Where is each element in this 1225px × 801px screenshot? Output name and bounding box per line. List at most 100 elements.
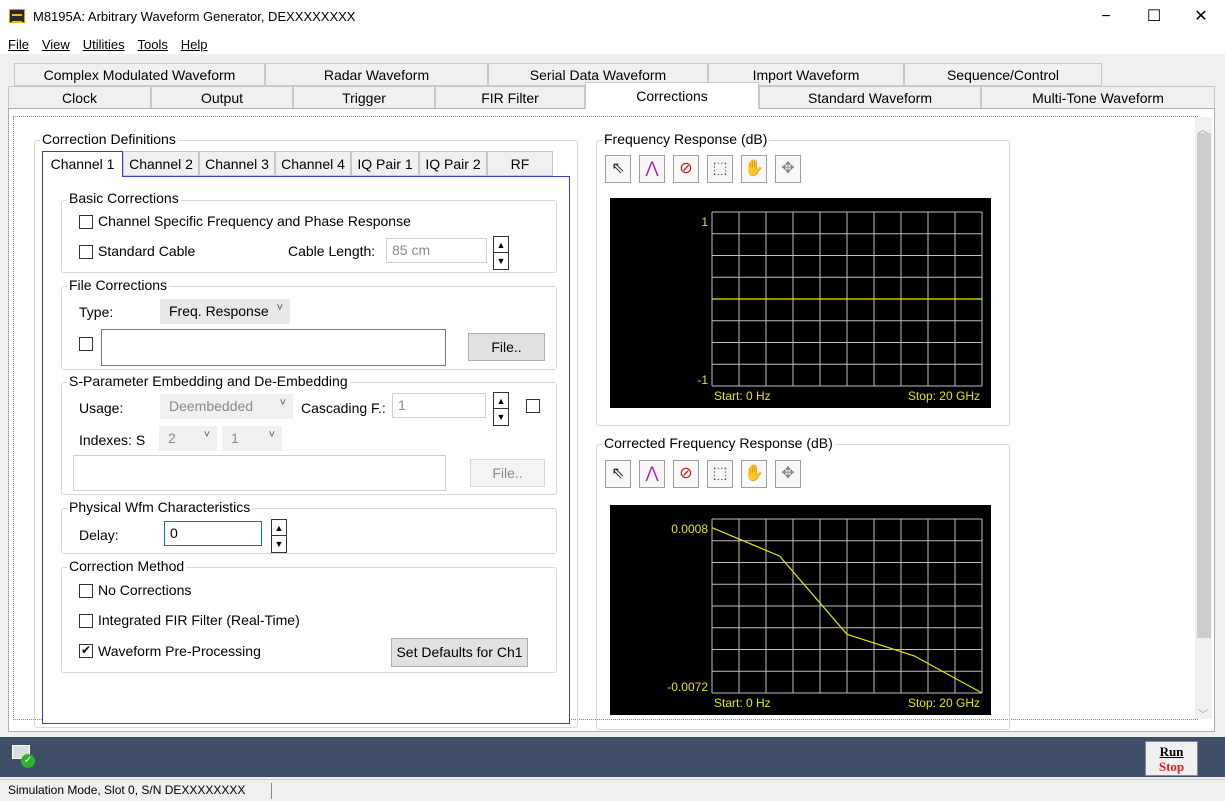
- cable-length-label: Cable Length:: [288, 243, 376, 259]
- y-tick-bottom: -0.0072: [667, 680, 708, 694]
- start-label: Start: 0 Hz: [714, 389, 771, 403]
- menu-view[interactable]: View: [42, 37, 70, 52]
- no-corrections-checkbox[interactable]: [79, 584, 93, 598]
- run-stop-button[interactable]: Run Stop: [1145, 741, 1198, 776]
- tab-clock[interactable]: Clock: [8, 86, 151, 109]
- delay-spinner[interactable]: ▲ ▼: [271, 519, 287, 553]
- spin-down-icon[interactable]: ▼: [272, 536, 286, 552]
- tab-sequence-control[interactable]: Sequence/Control: [904, 63, 1102, 86]
- move-arrows-icon[interactable]: ✥: [775, 460, 801, 488]
- chevron-down-icon: ˅: [279, 397, 286, 409]
- menu-utilities[interactable]: Utilities: [83, 37, 125, 52]
- zoom-rect-icon[interactable]: ⬚: [707, 155, 733, 183]
- cable-length-spinner[interactable]: ▲ ▼: [493, 236, 509, 270]
- subtab-channel-1[interactable]: Channel 1: [42, 151, 123, 177]
- spin-down-icon[interactable]: ▼: [494, 253, 508, 269]
- minimize-button[interactable]: −: [1086, 4, 1126, 30]
- zoom-rect-icon[interactable]: ⬚: [707, 460, 733, 488]
- title-bar: M8195A: Arbitrary Waveform Generator, DE…: [0, 0, 1225, 34]
- bottom-bar: ✓: [0, 737, 1225, 777]
- index2-select[interactable]: 1 ˅: [222, 426, 282, 451]
- tab-fir-filter[interactable]: FIR Filter: [435, 86, 585, 109]
- integrated-fir-checkbox[interactable]: [79, 614, 93, 628]
- sparam-path-input[interactable]: [73, 455, 446, 491]
- set-defaults-button[interactable]: Set Defaults for Ch1: [391, 638, 528, 667]
- menu-tools[interactable]: Tools: [137, 37, 167, 52]
- scrollbar-thumb[interactable]: [1197, 133, 1211, 638]
- cascading-spinner[interactable]: ▲ ▼: [493, 392, 509, 426]
- peak-marker-icon[interactable]: ⋀: [639, 460, 665, 488]
- spin-up-icon[interactable]: ▲: [494, 393, 508, 409]
- scroll-down-icon[interactable]: ﹀: [1198, 706, 1208, 721]
- tab-standard-waveform[interactable]: Standard Waveform: [759, 86, 981, 109]
- cable-length-input[interactable]: 85 cm: [386, 238, 487, 263]
- channel-specific-checkbox[interactable]: [79, 215, 93, 229]
- y-tick-top: 0.0008: [671, 522, 708, 536]
- close-button[interactable]: ✕: [1181, 4, 1221, 30]
- maximize-button[interactable]: ☐: [1134, 4, 1174, 30]
- start-label: Start: 0 Hz: [714, 696, 771, 710]
- integrated-fir-label: Integrated FIR Filter (Real-Time): [98, 612, 300, 628]
- subtab-channel-2[interactable]: Channel 2: [123, 151, 199, 176]
- file-button[interactable]: File..: [468, 333, 545, 361]
- spin-down-icon[interactable]: ▼: [494, 409, 508, 425]
- scroll-up-icon[interactable]: ︿: [1198, 121, 1208, 136]
- corrected-response-svg: 0.0008 -0.0072 Start: 0 Hz Stop: 20 GHz: [667, 518, 983, 710]
- pan-hand-icon[interactable]: ✋: [741, 460, 767, 488]
- subtab-iq-pair-1[interactable]: IQ Pair 1: [351, 151, 419, 176]
- preprocessing-checkbox[interactable]: ✔: [79, 644, 93, 658]
- peak-marker-icon[interactable]: ⋀: [639, 155, 665, 183]
- tab-output[interactable]: Output: [151, 86, 293, 109]
- status-text: Simulation Mode, Slot 0, S/N DEXXXXXXXX: [8, 783, 246, 797]
- no-entry-icon[interactable]: ⊘: [673, 155, 699, 183]
- usage-select[interactable]: Deembedded ˅: [160, 394, 293, 419]
- indexes-label: Indexes: S: [79, 432, 146, 448]
- spin-up-icon[interactable]: ▲: [272, 520, 286, 536]
- corrected-response-plot[interactable]: 0.0008 -0.0072 Start: 0 Hz Stop: 20 GHz: [610, 505, 991, 715]
- subtab-channel-3[interactable]: Channel 3: [199, 151, 275, 176]
- stop-label: Stop: 20 GHz: [908, 389, 980, 403]
- subtab-channel-4[interactable]: Channel 4: [275, 151, 351, 176]
- move-arrows-icon[interactable]: ✥: [775, 155, 801, 183]
- index1-select[interactable]: 2 ˅: [159, 426, 217, 451]
- checkmark-icon: ✓: [21, 754, 35, 768]
- chevron-down-icon: ˅: [268, 429, 275, 441]
- spin-up-icon[interactable]: ▲: [494, 237, 508, 253]
- preprocessing-label: Waveform Pre-Processing: [98, 643, 261, 659]
- usage-label: Usage:: [79, 400, 124, 416]
- menu-help[interactable]: Help: [181, 37, 208, 52]
- menu-file[interactable]: File: [8, 37, 29, 52]
- type-select[interactable]: Freq. Response ˅: [160, 299, 290, 324]
- window-title: M8195A: Arbitrary Waveform Generator, DE…: [33, 9, 356, 24]
- y-tick-bottom: -1: [697, 373, 708, 387]
- pan-hand-icon[interactable]: ✋: [741, 155, 767, 183]
- arrow-cursor-icon[interactable]: ⇖: [605, 155, 631, 183]
- cascading-checkbox[interactable]: [526, 399, 540, 413]
- no-entry-icon[interactable]: ⊘: [673, 460, 699, 488]
- freq-response-svg: 1 -1 Start: 0 Hz Stop: 20 GHz: [697, 211, 983, 403]
- tab-radar-waveform[interactable]: Radar Waveform: [265, 63, 488, 86]
- arrow-cursor-icon[interactable]: ⇖: [605, 460, 631, 488]
- tab-multi-tone-waveform[interactable]: Multi-Tone Waveform: [981, 86, 1215, 109]
- freq-response-plot[interactable]: 1 -1 Start: 0 Hz Stop: 20 GHz: [610, 198, 991, 408]
- standard-cable-label: Standard Cable: [98, 243, 196, 259]
- file-path-input[interactable]: [101, 329, 446, 366]
- status-bar: Simulation Mode, Slot 0, S/N DEXXXXXXXX: [0, 779, 1225, 801]
- cascading-label: Cascading F.:: [301, 400, 386, 416]
- delay-label: Delay:: [79, 527, 119, 543]
- delay-input[interactable]: 0: [164, 521, 262, 546]
- tab-corrections[interactable]: Corrections: [585, 82, 759, 109]
- cascading-input[interactable]: 1: [392, 393, 486, 418]
- stop-label: Stop: 20 GHz: [908, 696, 980, 710]
- tab-complex-modulated-waveform[interactable]: Complex Modulated Waveform: [14, 63, 265, 86]
- correction-method-title: Correction Method: [67, 558, 187, 574]
- subtab-iq-pair-2[interactable]: IQ Pair 2: [419, 151, 487, 176]
- subtab-rf[interactable]: RF: [487, 151, 553, 176]
- standard-cable-checkbox[interactable]: [79, 245, 93, 259]
- file-correction-checkbox[interactable]: [79, 337, 93, 351]
- channel-specific-label: Channel Specific Frequency and Phase Res…: [98, 213, 411, 229]
- freq-response-title: Frequency Response (dB): [602, 131, 770, 147]
- sparam-file-button[interactable]: File..: [470, 459, 545, 487]
- status-divider: [271, 783, 272, 799]
- tab-trigger[interactable]: Trigger: [293, 86, 435, 109]
